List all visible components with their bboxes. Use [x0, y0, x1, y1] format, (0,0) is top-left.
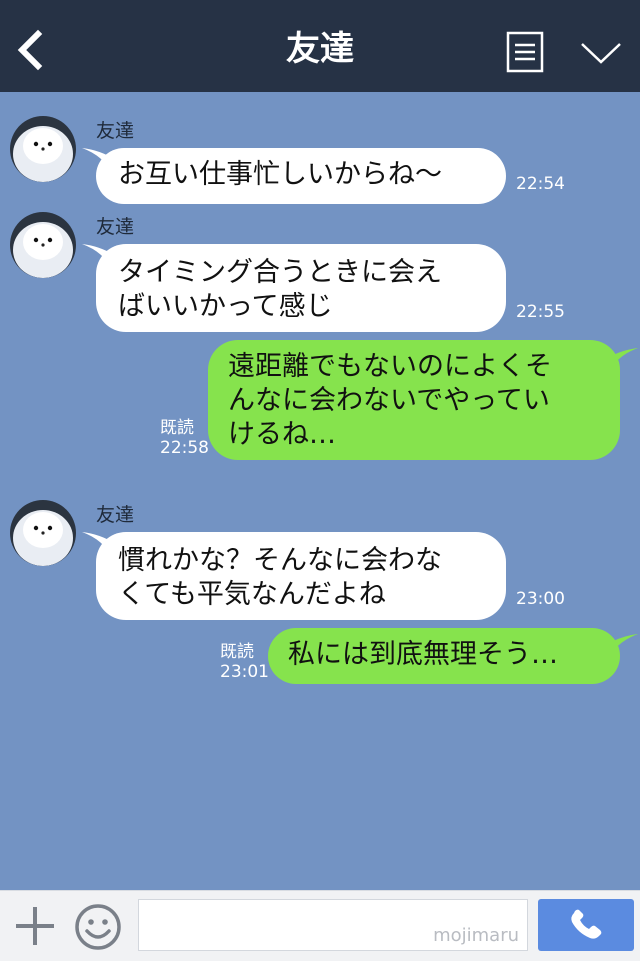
message-time: 22:55 — [516, 302, 565, 322]
add-button[interactable] — [14, 905, 56, 947]
smile-icon — [75, 904, 121, 950]
chat-title: 友達 — [286, 29, 354, 69]
message-time: 23:00 — [516, 589, 565, 609]
message-bubble[interactable]: お互い仕事忙しいからね〜 — [96, 148, 506, 204]
input-bar: mojimaru — [0, 890, 640, 961]
bird-avatar-icon — [10, 500, 76, 566]
phone-icon — [571, 909, 602, 939]
message-input[interactable]: mojimaru — [138, 899, 528, 951]
avatar[interactable] — [10, 500, 76, 566]
message-time: 22:54 — [516, 174, 565, 194]
message-bubble[interactable]: タイミング合うときに会え ばいいかって感じ — [96, 244, 506, 332]
emoji-button[interactable] — [74, 903, 122, 951]
read-receipt: 既読 — [220, 642, 254, 662]
sender-name: 友達 — [96, 216, 135, 238]
message-bubble[interactable]: 私には到底無理そう… — [268, 628, 620, 684]
avatar[interactable] — [10, 116, 76, 182]
bird-avatar-icon — [10, 116, 76, 182]
chat-header: 友達 — [0, 0, 640, 92]
sender-name: 友達 — [96, 120, 135, 142]
message-time: 22:58 — [160, 438, 209, 458]
list-icon — [506, 31, 544, 73]
call-button[interactable] — [538, 899, 634, 951]
message-bubble[interactable]: 慣れかな？そんなに会わな くても平気なんだよね — [96, 532, 506, 620]
plus-icon — [16, 907, 54, 945]
watermark-text: mojimaru — [433, 925, 519, 946]
collapse-button[interactable] — [578, 36, 624, 70]
chevron-down-icon — [581, 43, 621, 64]
sender-name: 友達 — [96, 504, 135, 526]
bird-avatar-icon — [10, 212, 76, 278]
avatar[interactable] — [10, 212, 76, 278]
message-bubble[interactable]: 遠距離でもないのによくそ んなに会わないでやってい けるね… — [208, 340, 620, 460]
message-time: 23:01 — [220, 662, 269, 682]
read-receipt: 既読 — [160, 418, 194, 438]
menu-button[interactable] — [506, 31, 544, 73]
